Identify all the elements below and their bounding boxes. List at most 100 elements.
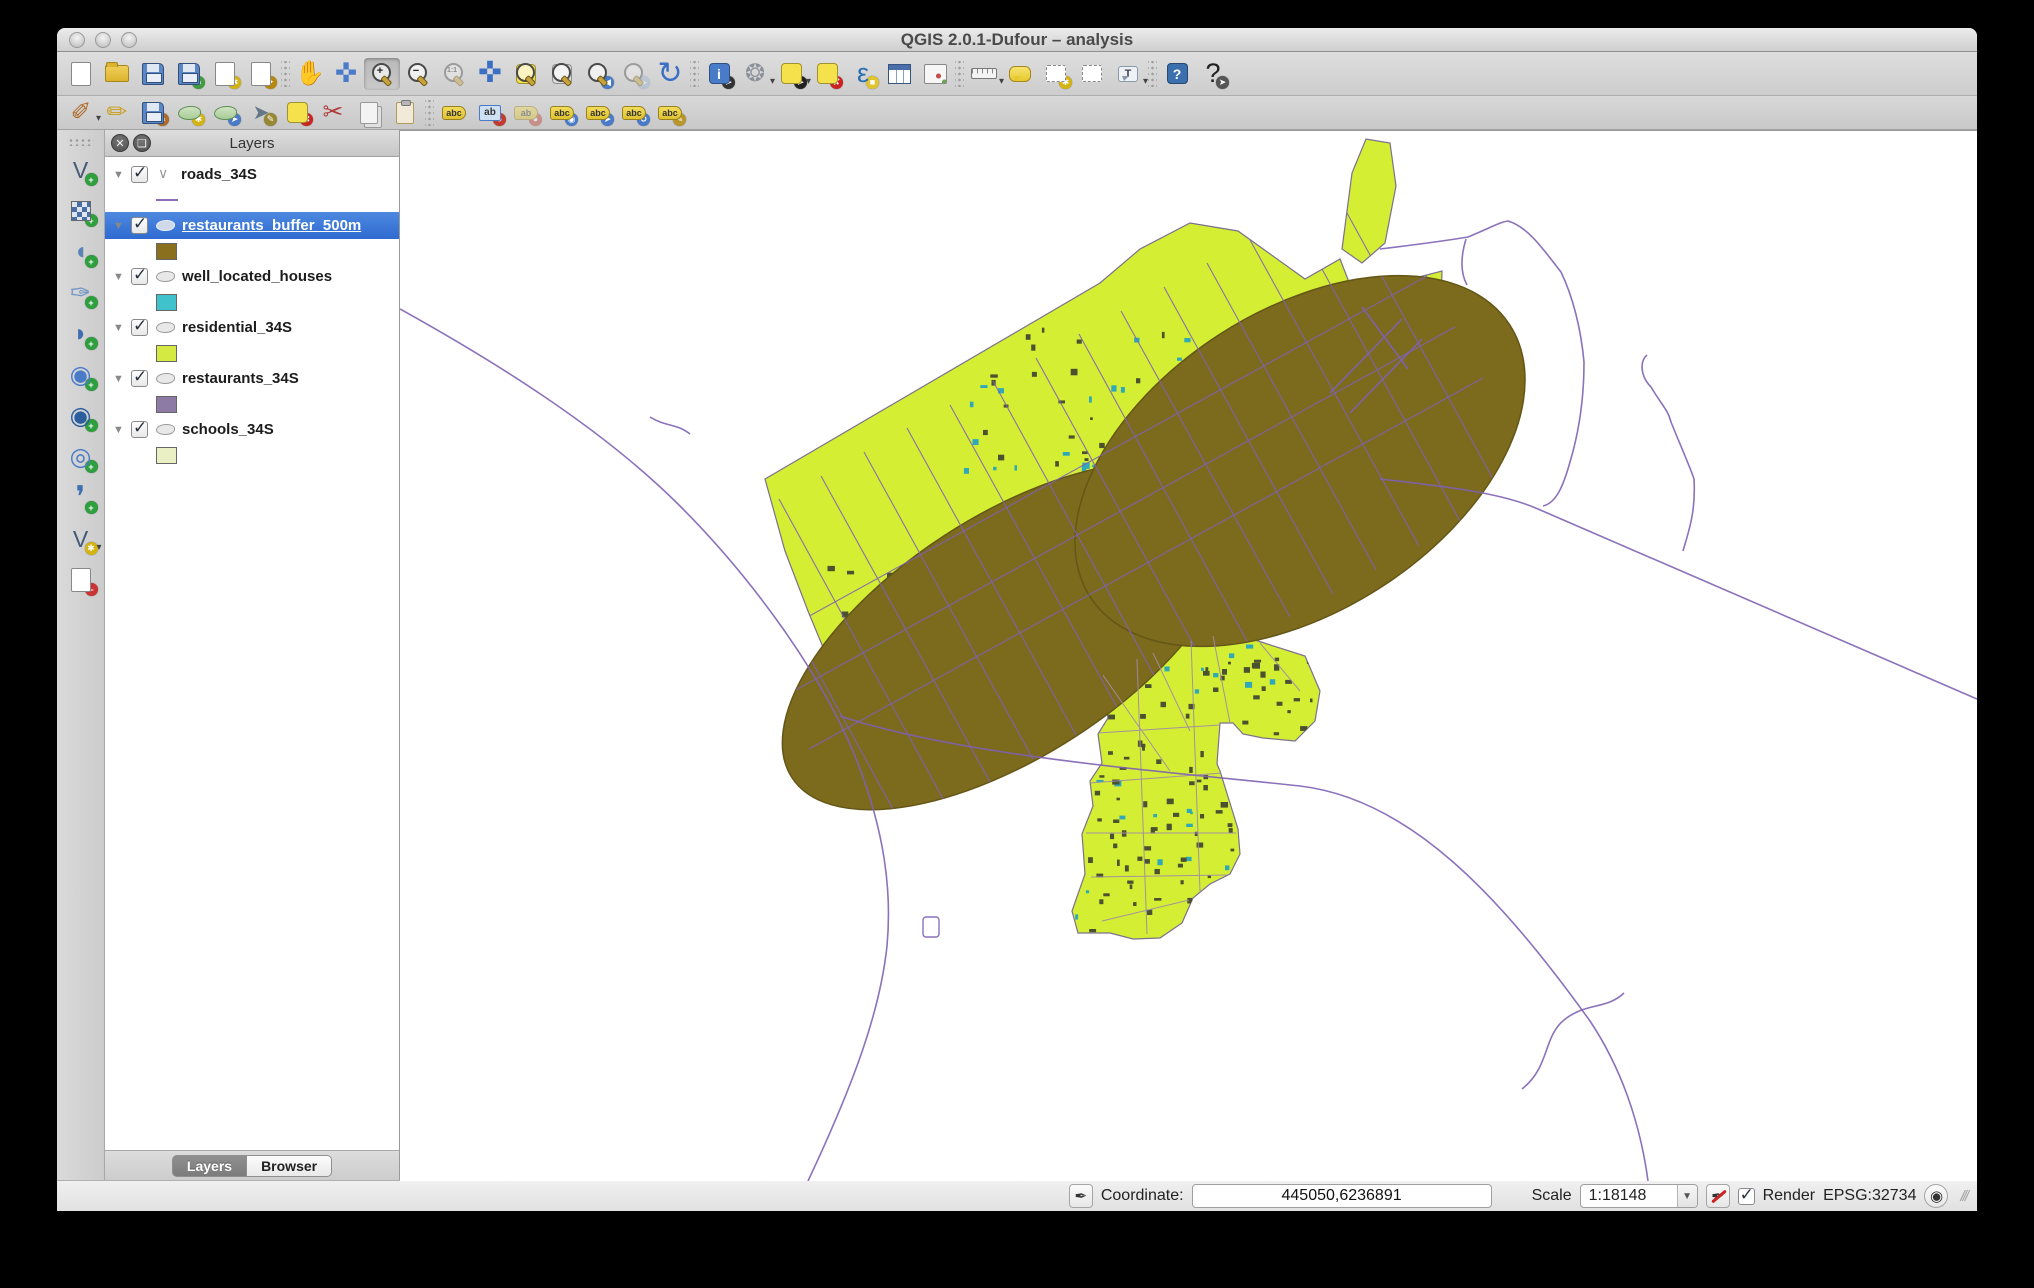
add-mssql-layer-icon[interactable]: ◗+ [62,317,100,351]
layer-visibility-checkbox[interactable] [131,217,148,234]
add-wms-layer-icon[interactable]: ◉+ [62,358,100,392]
map-canvas[interactable] [400,130,1977,1180]
layer-item-well_located_houses[interactable]: ▼well_located_houses [105,263,399,290]
whats-this-icon[interactable]: ?➤ [1195,58,1231,90]
crs-status-icon[interactable]: ◉ [1924,1184,1948,1208]
tab-browser[interactable]: Browser [247,1155,332,1177]
move-label-icon[interactable]: abc➤ [580,99,616,127]
copy-features-icon[interactable] [351,99,387,127]
layer-name: restaurants_34S [182,370,299,387]
node-tool-icon[interactable]: ➤✎ [243,99,279,127]
scale-combo[interactable]: 1:18148 ▼ [1580,1184,1698,1208]
zoom-actual-size-icon[interactable]: 1:1 [436,58,472,90]
cut-features-icon[interactable]: ✂ [315,99,351,127]
zoom-full-extent-icon[interactable]: ✜ [472,58,508,90]
open-attribute-table-icon[interactable] [881,58,917,90]
scale-dropdown-icon[interactable]: ▼ [1677,1185,1697,1207]
zoom-in-icon[interactable]: + [364,58,400,90]
zoom-window-button[interactable] [121,32,137,48]
layer-visibility-checkbox[interactable] [131,421,148,438]
expand-caret-icon[interactable]: ▼ [113,271,127,283]
change-label-icon[interactable]: abc✎ [652,99,688,127]
move-feature-icon[interactable]: ➤ [207,99,243,127]
add-spatialite-layer-icon[interactable]: ✑+ [62,276,100,310]
save-project-icon[interactable] [135,58,171,90]
title-bar[interactable]: QGIS 2.0.1-Dufour – analysis [57,28,1977,52]
expand-caret-icon[interactable]: ▼ [113,169,127,181]
float-panel-icon[interactable]: ❏ [133,134,151,152]
layer-item-schools_34S[interactable]: ▼schools_34S [105,416,399,443]
save-project-as-icon[interactable]: ✎ [171,58,207,90]
deselect-features-icon[interactable]: ✘ [809,58,845,90]
save-layer-edits-icon[interactable]: ✎ [135,99,171,127]
delete-selected-icon[interactable]: ✖ [279,99,315,127]
layer-symbology-row [105,443,399,467]
layer-visibility-checkbox[interactable] [131,166,148,183]
layer-item-restaurants_34S[interactable]: ▼ restaurants_34S [105,365,399,392]
add-raster-layer-icon[interactable]: + [62,194,100,228]
tab-layers[interactable]: Layers [172,1155,247,1177]
add-feature-icon[interactable]: ✱ [171,99,207,127]
close-panel-icon[interactable]: ✕ [111,134,129,152]
add-delimited-text-layer-icon[interactable]: ❜+ [62,481,100,515]
expand-caret-icon[interactable]: ▼ [113,424,127,436]
add-vector-layer-icon[interactable]: V+ [62,153,100,187]
map-tips-icon[interactable] [1002,58,1038,90]
coordinate-input[interactable] [1192,1184,1492,1208]
zoom-last-icon[interactable]: ◀ [580,58,616,90]
add-wcs-layer-icon[interactable]: ◉+ [62,399,100,433]
measure-icon[interactable]: ▾ [966,58,1002,90]
current-edits-icon[interactable]: ✐▾ [63,99,99,127]
toolbar-separator [955,61,964,87]
coordinate-toggle-icon[interactable]: ✒ [1069,1184,1093,1208]
show-bookmarks-icon[interactable] [1074,58,1110,90]
layer-visibility-checkbox[interactable] [131,268,148,285]
refresh-map-icon[interactable]: ↻ [652,58,688,90]
zoom-to-layer-icon[interactable] [544,58,580,90]
help-contents-icon[interactable]: ? [1159,58,1195,90]
close-window-button[interactable] [69,32,85,48]
expand-caret-icon[interactable]: ▼ [113,220,127,232]
show-hide-labels-icon[interactable]: abc◉ [544,99,580,127]
field-calculator-icon[interactable] [917,58,953,90]
minimize-window-button[interactable] [95,32,111,48]
screen: QGIS 2.0.1-Dufour – analysis ✎✱✦✋✜+−1:1✜… [0,0,2034,1288]
identify-features-icon[interactable]: i➤ [701,58,737,90]
resize-grip[interactable]: /// [1960,1188,1967,1205]
layer-item-restaurants_buffer_500m[interactable]: ▼restaurants_buffer_500m [105,212,399,239]
layers-panel-header[interactable]: ✕ ❏ Layers [105,130,399,157]
new-shapefile-layer-icon[interactable]: V✱▾ [62,522,100,556]
rotate-label-icon[interactable]: abc↻ [616,99,652,127]
select-by-expression-icon[interactable]: ε■ [845,58,881,90]
expand-caret-icon[interactable]: ▼ [113,322,127,334]
toggle-editing-icon[interactable]: ✏ [99,99,135,127]
layer-visibility-checkbox[interactable] [131,370,148,387]
add-wfs-layer-icon[interactable]: ◎+ [62,440,100,474]
zoom-to-selection-icon[interactable] [508,58,544,90]
labeling-icon[interactable]: abc [436,99,472,127]
highlight-pinned-labels-icon[interactable]: ab● [508,99,544,127]
text-annotation-icon[interactable]: T▾ [1110,58,1146,90]
toolbar-handle [68,138,94,146]
expand-caret-icon[interactable]: ▼ [113,373,127,385]
layer-item-roads_34S[interactable]: ▼roads_34S [105,161,399,188]
remove-layer-icon[interactable]: − [62,563,100,597]
pan-map-icon[interactable]: ✋ [292,58,328,90]
paste-features-icon[interactable] [387,99,423,127]
select-features-icon[interactable]: ➤▾ [773,58,809,90]
render-checkbox[interactable] [1738,1188,1755,1205]
stop-rendering-icon[interactable]: ✒ [1706,1184,1730,1208]
composer-manager-icon[interactable]: ✦ [243,58,279,90]
zoom-next-icon[interactable]: ▶ [616,58,652,90]
open-project-icon[interactable] [99,58,135,90]
new-print-composer-icon[interactable]: ✱ [207,58,243,90]
new-project-icon[interactable] [63,58,99,90]
layer-item-residential_34S[interactable]: ▼residential_34S [105,314,399,341]
new-bookmark-icon[interactable]: ✱ [1038,58,1074,90]
add-postgis-layer-icon[interactable]: ◖+ [62,235,100,269]
layer-visibility-checkbox[interactable] [131,319,148,336]
pan-to-selection-icon[interactable]: ✜ [328,58,364,90]
run-feature-action-icon[interactable]: ❂▾ [737,58,773,90]
pin-labels-icon[interactable]: ab● [472,99,508,127]
zoom-out-icon[interactable]: − [400,58,436,90]
